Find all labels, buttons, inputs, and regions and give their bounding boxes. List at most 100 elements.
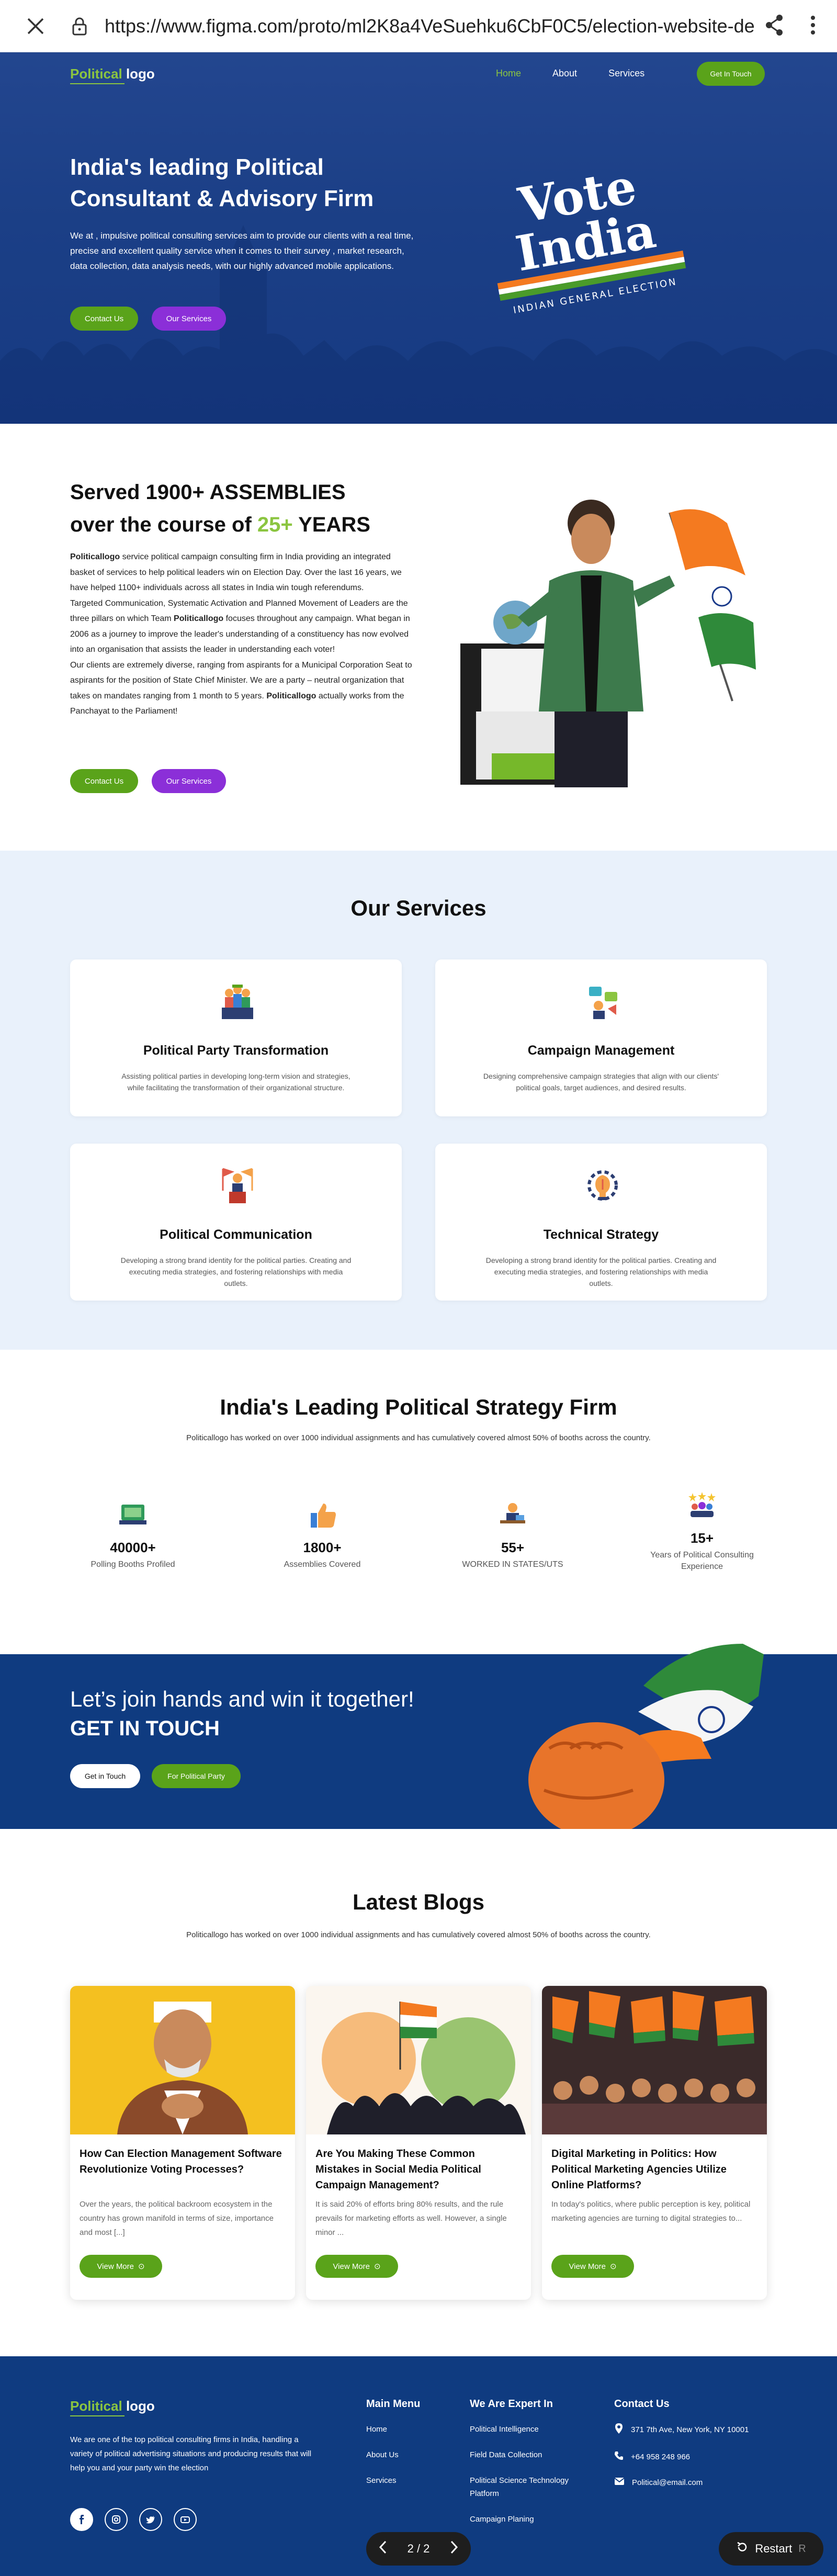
- stat-value: 40000+: [110, 1540, 156, 1555]
- thumbs-up-icon: [311, 1504, 336, 1528]
- blog-title: How Can Election Management Software Rev…: [80, 2148, 282, 2175]
- service-description: Developing a strong brand identity for t…: [485, 1256, 717, 1287]
- service-description: Developing a strong brand identity for t…: [120, 1256, 352, 1287]
- email-text: Political@email.com: [632, 2478, 703, 2487]
- blog-card[interactable]: Digital Marketing in Politics: How Polit…: [542, 1986, 767, 2300]
- stat-item: 55+ WORKED IN STATES/UTS: [434, 1500, 591, 1571]
- service-card[interactable]: Political Communication Developing a str…: [70, 1144, 402, 1301]
- blog-excerpt: In today's politics, where public percep…: [551, 2200, 751, 2223]
- cta-subheadline: GET IN TOUCH: [70, 1717, 220, 1740]
- youtube-icon[interactable]: [174, 2508, 197, 2531]
- twitter-icon[interactable]: [139, 2508, 162, 2531]
- services-section: Our Services Political Party Transformat…: [0, 851, 837, 1350]
- more-options-icon[interactable]: [810, 14, 816, 39]
- nav-get-in-touch-button[interactable]: Get In Touch: [697, 62, 765, 86]
- cta-get-in-touch-button[interactable]: Get in Touch: [70, 1764, 140, 1788]
- arrow-right-icon: ⊙: [610, 2262, 617, 2271]
- served-contact-button[interactable]: Contact Us: [70, 769, 138, 793]
- footer-expertise: We Are Expert In Political Intelligence …: [470, 2398, 574, 2538]
- footer-logo[interactable]: Political logo: [70, 2398, 155, 2416]
- hero-services-button[interactable]: Our Services: [152, 307, 226, 331]
- blog-image-rally: [542, 1986, 767, 2134]
- hero-contact-button[interactable]: Contact Us: [70, 307, 138, 331]
- served-title-number: 25+: [257, 513, 293, 536]
- nav-item-about[interactable]: About: [552, 68, 577, 79]
- served-title: Served 1900+ ASSEMBLIES over the course …: [70, 476, 447, 541]
- main-nav: Home About Services: [496, 68, 644, 79]
- service-card[interactable]: Political Party Transformation Assisting…: [70, 959, 402, 1116]
- view-more-button[interactable]: View More ⊙: [315, 2255, 398, 2278]
- footer-link-intelligence[interactable]: Political Intelligence: [470, 2423, 574, 2436]
- facebook-icon[interactable]: [70, 2508, 93, 2531]
- served-services-button[interactable]: Our Services: [152, 769, 226, 793]
- page-indicator: 2 / 2: [407, 2542, 430, 2555]
- footer-link-field-data[interactable]: Field Data Collection: [470, 2448, 574, 2461]
- get-in-touch-banner: Let’s join hands and win it together! GE…: [0, 1644, 837, 1837]
- blog-card[interactable]: How Can Election Management Software Rev…: [70, 1986, 295, 2300]
- phone-icon: [614, 2451, 624, 2462]
- service-title: Technical Strategy: [543, 1227, 659, 1242]
- chevron-right-icon[interactable]: [450, 2540, 458, 2557]
- blog-card[interactable]: Are You Making These Common Mistakes in …: [306, 1986, 531, 2300]
- footer-link-about[interactable]: About Us: [366, 2448, 420, 2461]
- footer-link-technology[interactable]: Political Science Technology Platform: [470, 2474, 574, 2500]
- footer-col-title: Contact Us: [614, 2398, 670, 2410]
- view-more-button[interactable]: View More ⊙: [80, 2255, 162, 2278]
- arrow-right-icon: ⊙: [374, 2262, 381, 2271]
- view-more-label: View More: [97, 2262, 134, 2271]
- blog-title: Are You Making These Common Mistakes in …: [315, 2148, 481, 2191]
- served-title-line1: Served 1900+ ASSEMBLIES: [70, 481, 346, 504]
- share-icon[interactable]: [764, 14, 785, 39]
- blogs-title: Latest Blogs: [352, 1890, 485, 1914]
- address-text: 371 7th Ave, New York, NY 10001: [631, 2425, 749, 2434]
- service-card[interactable]: Campaign Management Designing comprehens…: [435, 959, 767, 1116]
- served-paragraph-1: service political campaign consulting fi…: [70, 552, 402, 592]
- footer-contact: Contact Us 371 7th Ave, New York, NY 100…: [614, 2398, 749, 2502]
- close-icon[interactable]: [21, 12, 50, 41]
- served-title-line2: over the course of: [70, 513, 257, 536]
- nav-item-services[interactable]: Services: [608, 68, 644, 79]
- footer-link-services[interactable]: Services: [366, 2474, 420, 2487]
- restart-button[interactable]: Restart R: [719, 2532, 823, 2566]
- vote-india-graphic: Vote India INDIAN GENERAL ELECTION: [497, 165, 686, 316]
- contact-phone[interactable]: +64 958 248 966: [614, 2451, 749, 2462]
- technical-strategy-icon: [587, 1170, 618, 1201]
- strategy-section: India's Leading Political Strategy Firm …: [0, 1350, 837, 1654]
- blog-image-politician: [70, 1986, 295, 2134]
- stat-value: 55+: [501, 1540, 525, 1555]
- stat-label: Years of Political Consulting Experience: [650, 1551, 754, 1571]
- phone-text: +64 958 248 966: [631, 2452, 691, 2461]
- served-body: Politicallogo service political campaign…: [70, 549, 413, 719]
- lock-icon: [69, 16, 90, 37]
- service-description: Assisting political parties in developin…: [121, 1072, 350, 1092]
- instagram-icon[interactable]: [105, 2508, 128, 2531]
- stat-value: 15+: [690, 1530, 714, 1546]
- view-more-label: View More: [333, 2262, 370, 2271]
- logo-part-logo: logo: [126, 2398, 155, 2414]
- footer-col-title: We Are Expert In: [470, 2398, 553, 2410]
- logo-underline: [70, 2415, 125, 2416]
- footer-link-campaign[interactable]: Campaign Planing: [470, 2513, 574, 2526]
- nav-logo[interactable]: Political logo: [70, 66, 155, 84]
- blog-excerpt: It is said 20% of efforts bring 80% resu…: [315, 2200, 507, 2237]
- stat-item: 15+ Years of Political Consulting Experi…: [624, 1491, 781, 1573]
- view-more-button[interactable]: View More ⊙: [551, 2255, 634, 2278]
- hero-section: Political logo Home About Services Get I…: [0, 52, 837, 424]
- brand-name: Politicallogo: [174, 614, 224, 623]
- cta-political-party-button[interactable]: For Political Party: [152, 1764, 241, 1788]
- footer-link-home[interactable]: Home: [366, 2423, 420, 2436]
- nav-item-home[interactable]: Home: [496, 68, 521, 79]
- chevron-left-icon[interactable]: [379, 2540, 387, 2557]
- brand-name: Politicallogo: [266, 691, 316, 701]
- stat-item: 1800+ Assemblies Covered: [244, 1500, 401, 1571]
- blog-title: Digital Marketing in Politics: How Polit…: [551, 2148, 727, 2191]
- contact-email[interactable]: Political@email.com: [614, 2477, 749, 2488]
- restart-icon: [736, 2541, 749, 2557]
- blogs-subtitle: Politicallogo has worked on over 1000 in…: [186, 1930, 651, 1939]
- hero-description: We at , impulsive political consulting s…: [70, 231, 414, 271]
- view-more-label: View More: [569, 2262, 606, 2271]
- political-communication-icon: [222, 1168, 253, 1203]
- campaign-management-icon: [589, 987, 617, 1019]
- url-field[interactable]: https://www.figma.com/proto/ml2K8a4VeSue…: [105, 15, 759, 37]
- service-card[interactable]: Technical Strategy Developing a strong b…: [435, 1144, 767, 1301]
